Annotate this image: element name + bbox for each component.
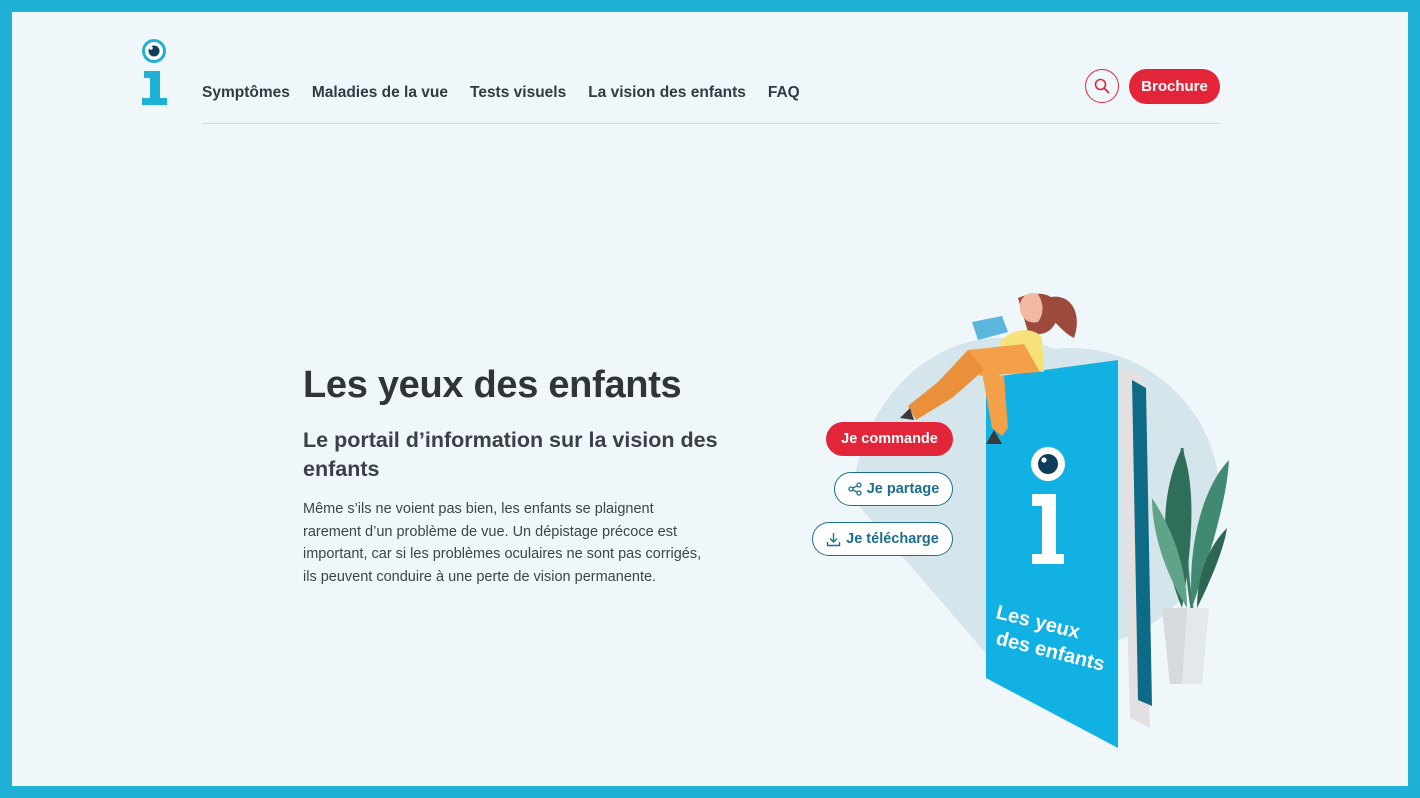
intro-paragraph: Même s’ils ne voient pas bien, les enfan… [303,501,702,585]
search-icon [1094,78,1110,94]
nav-item-tests-visuels[interactable]: Tests visuels [470,84,566,102]
info-eye-logo-icon[interactable] [140,38,174,108]
nav-item-vision-des-enfants[interactable]: La vision des enfants [588,84,746,102]
page-title: Les yeux des enfants [303,364,682,406]
nav-divider [202,123,1220,124]
share-button-label: Je partage [866,481,940,497]
nav-item-symptomes[interactable]: Symptômes [202,84,290,102]
download-icon [826,532,841,546]
main-nav: Symptômes Maladies de la vue Tests visue… [202,84,800,102]
page-subtitle: Le portail d’information sur la vision d… [303,428,718,481]
download-button[interactable]: Je télécharge [812,522,953,556]
nav-item-faq[interactable]: FAQ [768,84,800,102]
search-button[interactable] [1085,69,1119,103]
order-button[interactable]: Je commande [826,422,953,456]
brochure-button[interactable]: Brochure [1129,69,1220,104]
share-button[interactable]: Je partage [834,472,953,506]
nav-item-maladies-de-la-vue[interactable]: Maladies de la vue [312,84,448,102]
download-button-label: Je télécharge [846,531,939,547]
page-frame: Symptômes Maladies de la vue Tests visue… [12,12,1408,786]
share-icon [848,482,862,496]
